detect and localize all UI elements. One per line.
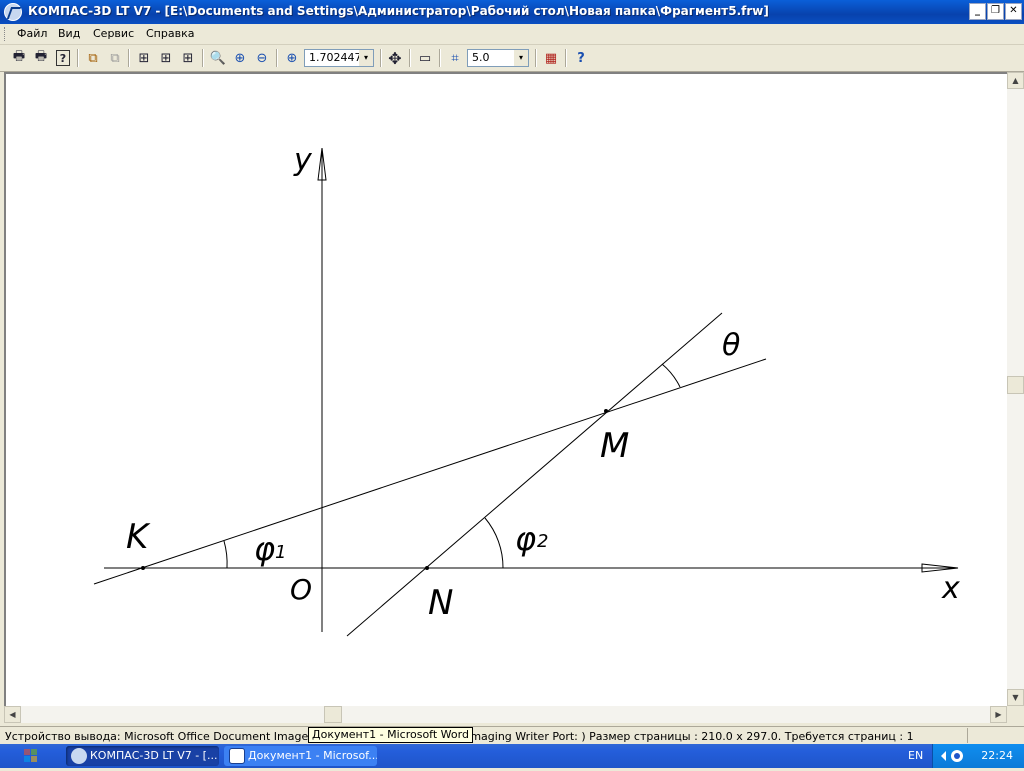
angle-theta-arc: [661, 363, 681, 388]
menu-help[interactable]: Справка: [146, 27, 194, 40]
print-preview-icon[interactable]: 🖶: [31, 48, 51, 68]
toolbar-separator: [409, 49, 411, 67]
menu-grip[interactable]: [4, 27, 8, 41]
pan-icon[interactable]: ✥: [385, 48, 405, 68]
tray-arrow-icon: [941, 751, 946, 761]
chevron-down-icon[interactable]: ▾: [514, 50, 528, 66]
context-help-icon[interactable]: ?: [571, 48, 591, 68]
scroll-right-button[interactable]: ▶: [990, 706, 1007, 723]
layout-view-b-icon[interactable]: ⊞: [156, 48, 176, 68]
taskbar: КОМПАС-3D LT V7 - [... Документ1 - Micro…: [0, 744, 1024, 768]
status-bar: Устройство вывода: Microsoft Office Docu…: [0, 726, 1024, 745]
zoom-value: 1.702447: [309, 51, 362, 64]
x-axis-label: x: [941, 571, 960, 606]
angle-phi1-arc: [223, 540, 228, 569]
restore-button[interactable]: ❐: [987, 3, 1004, 20]
kompas-app-icon[interactable]: [4, 3, 22, 21]
phi1-label: φ: [254, 530, 275, 568]
menu-bar: Файл Вид Сервис Справка: [0, 24, 1024, 45]
toolbar-separator: [77, 49, 79, 67]
zoom-combo[interactable]: 1.702447 ▾: [304, 49, 374, 67]
chevron-down-icon[interactable]: ▾: [359, 50, 373, 66]
point-n: [425, 566, 429, 570]
layout-view-c-icon[interactable]: ⊞: [178, 48, 198, 68]
refresh-view-icon[interactable]: ▭: [415, 48, 435, 68]
title-bar: КОМПАС-3D LT V7 - [E:\Documents and Sett…: [0, 0, 1024, 24]
zoom-window-icon[interactable]: 🔍: [208, 48, 228, 68]
line-km: [93, 358, 767, 585]
point-k: [141, 566, 145, 570]
word-document-icon: [229, 748, 245, 764]
horizontal-scrollbar[interactable]: ◀ ▶: [4, 706, 1007, 723]
horizontal-scroll-thumb[interactable]: [324, 706, 342, 723]
geometry-drawing: y x θ M K N O φ 1 φ 2: [93, 143, 960, 637]
step-combo[interactable]: 5.0 ▾: [467, 49, 529, 67]
system-tray: 22:24: [932, 744, 1024, 768]
scroll-up-button[interactable]: ▲: [1007, 72, 1024, 89]
drawing-canvas[interactable]: y x θ M K N O φ 1 φ 2: [4, 72, 1007, 706]
taskbar-item-label: Документ1 - Microsof...: [248, 749, 377, 762]
menu-view[interactable]: Вид: [58, 27, 80, 40]
scroll-left-button[interactable]: ◀: [4, 706, 21, 723]
status-pane: [967, 728, 1023, 743]
toolbar: 🖶 🖶 ? ⧉ ⧉ ⊞ ⊞ ⊞ 🔍 ⊕ ⊖ ⊕ 1.702447 ▾ ✥ ▭ ⌗…: [0, 45, 1024, 72]
close-button[interactable]: ✕: [1005, 3, 1022, 20]
tray-icons: [941, 750, 963, 762]
toolbar-separator: [565, 49, 567, 67]
toolbar-separator: [439, 49, 441, 67]
toolbar-separator: [128, 49, 130, 67]
copy-icon[interactable]: ⧉: [83, 48, 103, 68]
phi1-subscript: 1: [275, 542, 286, 563]
phi2-label: φ: [515, 520, 536, 558]
phi2-subscript: 2: [537, 531, 548, 552]
angle-phi2-arc: [484, 517, 504, 569]
taskbar-tooltip: Документ1 - Microsoft Word: [308, 727, 473, 743]
origin-label: O: [290, 573, 312, 606]
grid-icon[interactable]: ⌗: [445, 48, 465, 68]
point-m: [604, 409, 608, 413]
zoom-in-icon[interactable]: ⊕: [230, 48, 250, 68]
step-value: 5.0: [472, 51, 490, 64]
clock[interactable]: 22:24: [981, 749, 1013, 762]
taskbar-item-kompas[interactable]: КОМПАС-3D LT V7 - [...: [66, 746, 219, 766]
layout-view-a-icon[interactable]: ⊞: [134, 48, 154, 68]
theta-label: θ: [722, 328, 740, 363]
point-n-label: N: [428, 583, 453, 623]
zoom-scale-icon[interactable]: ⊕: [282, 48, 302, 68]
y-axis-label: y: [293, 143, 313, 178]
window-title: КОМПАС-3D LT V7 - [E:\Documents and Sett…: [28, 4, 769, 18]
vertical-scroll-thumb[interactable]: [1007, 376, 1024, 394]
kompas-app-icon: [71, 748, 87, 764]
menu-file[interactable]: Файл: [17, 27, 47, 40]
taskbar-item-word[interactable]: Документ1 - Microsof...: [224, 746, 377, 766]
help-book-icon[interactable]: ?: [56, 50, 70, 66]
point-k-label: K: [126, 517, 151, 557]
line-nm: [346, 312, 723, 637]
toolbar-separator: [380, 49, 382, 67]
minimize-button[interactable]: _: [969, 3, 986, 20]
toolbar-separator: [202, 49, 204, 67]
layers-icon[interactable]: ▦: [541, 48, 561, 68]
menu-service[interactable]: Сервис: [93, 27, 134, 40]
zoom-out-icon[interactable]: ⊖: [252, 48, 272, 68]
windows-logo-icon: [24, 749, 37, 762]
toolbar-separator: [535, 49, 537, 67]
start-button[interactable]: [0, 744, 60, 768]
vertical-scrollbar[interactable]: ▲ ▼: [1007, 72, 1024, 706]
scroll-down-button[interactable]: ▼: [1007, 689, 1024, 706]
toolbar-separator: [276, 49, 278, 67]
point-m-label: M: [600, 426, 629, 466]
taskbar-item-label: КОМПАС-3D LT V7 - [...: [90, 749, 218, 762]
print-icon[interactable]: 🖶: [9, 48, 29, 68]
language-indicator[interactable]: EN: [908, 749, 923, 762]
paste-icon[interactable]: ⧉: [105, 48, 125, 68]
